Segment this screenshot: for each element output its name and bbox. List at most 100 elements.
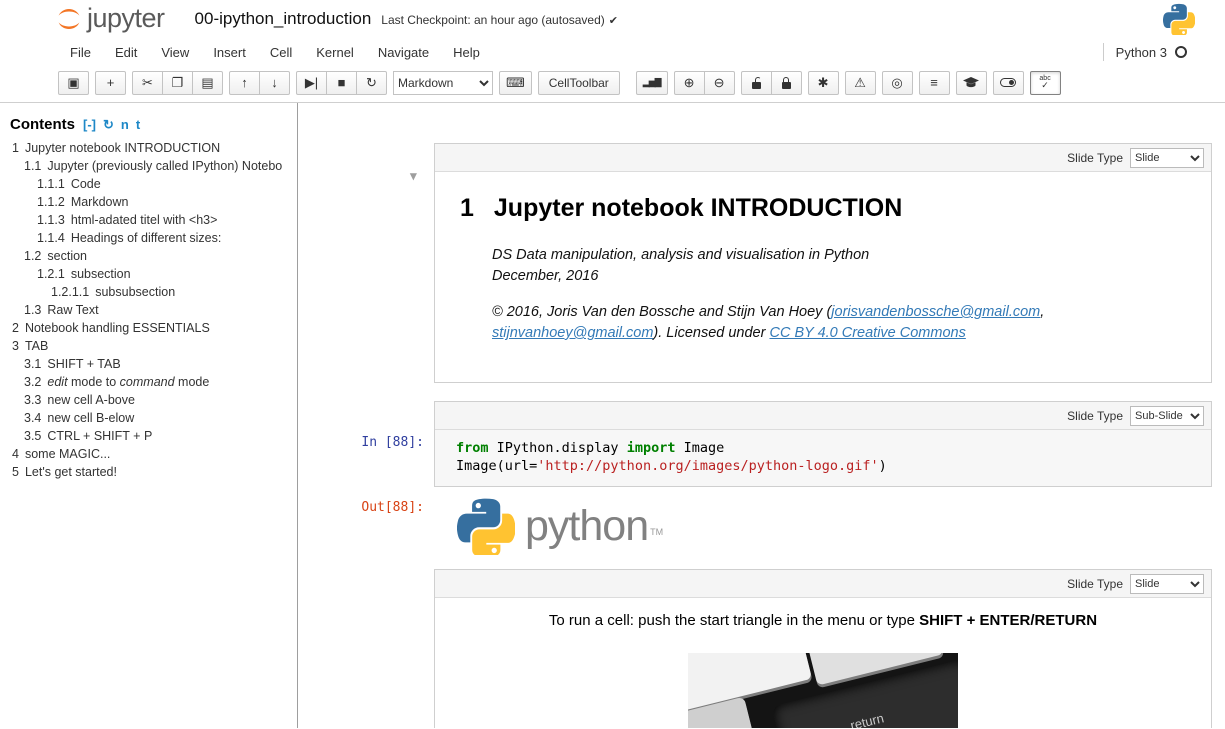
prompt-column: ▼: [298, 143, 434, 383]
zoom-out-button[interactable]: ⊖: [704, 71, 735, 95]
jupyter-logo-icon: [56, 6, 82, 32]
lock-group: [741, 71, 802, 95]
output-row: Out[88]: python TM: [298, 495, 1225, 555]
move-cell-up-button[interactable]: ↑: [229, 71, 260, 95]
lock-button[interactable]: [771, 71, 802, 95]
toc-collapse-all-control[interactable]: [-]: [83, 117, 96, 133]
email-link-stijn[interactable]: stijnvanhoey@gmail.com: [492, 325, 653, 341]
run-icon: ▶|: [305, 75, 318, 91]
toc-item[interactable]: 3TAB: [10, 337, 293, 355]
subtitle-quote: DS Data manipulation, analysis and visua…: [492, 245, 1191, 286]
toc-item[interactable]: 3.2edit mode to command mode: [10, 373, 293, 391]
toc-item[interactable]: 1.1.4Headings of different sizes:: [10, 229, 293, 247]
zoom-group: ⊕ ⊖: [674, 71, 735, 95]
arrow-down-icon: ↓: [271, 75, 278, 90]
toc-title-toggle[interactable]: t: [136, 117, 140, 133]
github-button[interactable]: ◎: [882, 71, 913, 95]
code-text: Image(url=: [456, 458, 537, 474]
toc-item[interactable]: 3.5CTRL + SHIFT + P: [10, 427, 293, 445]
toc-item[interactable]: 1Jupyter notebook INTRODUCTION: [10, 139, 293, 157]
bar-chart-icon: ▂▅▇: [643, 77, 661, 88]
chart-button[interactable]: ▂▅▇: [636, 71, 668, 95]
slide-type-label: Slide Type: [1067, 577, 1123, 591]
toc-item[interactable]: 1.2.1.1subsubsection: [10, 283, 293, 301]
python-logo: [1163, 3, 1195, 35]
toc-item[interactable]: 1.1.1Code: [10, 175, 293, 193]
copy-button[interactable]: ❐: [162, 71, 193, 95]
markdown-cell-run[interactable]: Slide Type Slide To run a cell: push the…: [434, 569, 1212, 728]
spellcheck-button[interactable]: abc ✓: [1030, 71, 1061, 95]
lock-icon: [782, 82, 791, 89]
menu-item-help[interactable]: Help: [441, 40, 492, 65]
menu-item-view[interactable]: View: [149, 40, 201, 65]
kernel-idle-icon: [1175, 46, 1187, 58]
slide-type-bar: Slide Type Slide: [435, 144, 1211, 172]
slide-type-select[interactable]: Sub-Slide: [1130, 406, 1204, 426]
toc-item[interactable]: 3.1SHIFT + TAB: [10, 355, 293, 373]
toc-button[interactable]: ≡: [919, 71, 950, 95]
cell-type-select[interactable]: Markdown: [393, 71, 493, 95]
code-editor[interactable]: from IPython.display import Image Image(…: [435, 430, 1211, 486]
keyword-import: import: [627, 440, 676, 456]
toc-item[interactable]: 1.2section: [10, 247, 293, 265]
toc-item[interactable]: 1.1.3html-adated titel with <h3>: [10, 211, 293, 229]
interrupt-kernel-button[interactable]: ■: [326, 71, 357, 95]
header: jupyter 00-ipython_introduction Last Che…: [0, 0, 1225, 37]
paste-icon: ▤: [201, 75, 213, 91]
toc-list: 1Jupyter notebook INTRODUCTION1.1Jupyter…: [10, 139, 293, 481]
hide-input-button[interactable]: [993, 71, 1024, 95]
save-button[interactable]: ▣: [58, 71, 89, 95]
paste-button[interactable]: ▤: [192, 71, 223, 95]
celltoolbar-button[interactable]: CellToolbar: [538, 71, 620, 95]
run-instruction-text: To run a cell: push the start triangle i…: [451, 612, 1195, 629]
slide-type-select[interactable]: Slide: [1130, 148, 1204, 168]
command-palette-button[interactable]: ⌨: [499, 71, 532, 95]
code-cell[interactable]: Slide Type Sub-Slide from IPython.displa…: [434, 401, 1212, 487]
markdown-body: To run a cell: push the start triangle i…: [435, 598, 1211, 728]
slide-type-select[interactable]: Slide: [1130, 574, 1204, 594]
toc-reload-icon[interactable]: ↻: [103, 117, 114, 133]
cut-button[interactable]: ✂: [132, 71, 163, 95]
toc-header: Contents [-] ↻ n t: [10, 116, 293, 133]
scissors-icon: ✂: [142, 75, 153, 91]
license-link[interactable]: CC BY 4.0 Creative Commons: [769, 325, 965, 341]
checkmark-icon: ✔: [609, 14, 618, 27]
toc-item[interactable]: 1.1Jupyter (previously called IPython) N…: [10, 157, 293, 175]
move-cell-down-button[interactable]: ↓: [259, 71, 290, 95]
unlock-icon: [752, 82, 761, 89]
menu-item-insert[interactable]: Insert: [201, 40, 258, 65]
accessibility-button[interactable]: ⚠: [845, 71, 876, 95]
menu-item-file[interactable]: File: [58, 40, 103, 65]
toc-item[interactable]: 5Let's get started!: [10, 463, 293, 481]
toc-item[interactable]: 1.1.2Markdown: [10, 193, 293, 211]
asterisk-button[interactable]: ✱: [808, 71, 839, 95]
toc-item[interactable]: 1.2.1subsection: [10, 265, 293, 283]
collapse-heading-icon[interactable]: ▼: [410, 143, 424, 185]
tutor-button[interactable]: [956, 71, 987, 95]
toc-item[interactable]: 3.3new cell A-bove: [10, 391, 293, 409]
zoom-in-button[interactable]: ⊕: [674, 71, 705, 95]
add-cell-button[interactable]: +: [95, 71, 126, 95]
email-link-joris[interactable]: jorisvandenbossche@gmail.com: [831, 304, 1040, 320]
menu-item-cell[interactable]: Cell: [258, 40, 304, 65]
menu-item-edit[interactable]: Edit: [103, 40, 149, 65]
toc-item[interactable]: 3.4new cell B-elow: [10, 409, 293, 427]
unlock-button[interactable]: [741, 71, 772, 95]
keyboard-icon: ⌨: [506, 75, 525, 91]
github-icon: ◎: [891, 75, 902, 91]
menu-item-navigate[interactable]: Navigate: [366, 40, 441, 65]
input-prompt: In [88]:: [298, 401, 434, 487]
jupyter-logo[interactable]: jupyter: [56, 3, 165, 34]
run-group: ▶| ■ ↻: [296, 71, 387, 95]
toc-numbering-toggle[interactable]: n: [121, 117, 129, 133]
heading-text: Jupyter notebook INTRODUCTION: [494, 194, 902, 222]
toc-item[interactable]: 4some MAGIC...: [10, 445, 293, 463]
menubar: File Edit View Insert Cell Kernel Naviga…: [0, 37, 1225, 67]
notebook-title[interactable]: 00-ipython_introduction: [195, 9, 372, 29]
menu-item-kernel[interactable]: Kernel: [304, 40, 366, 65]
toc-item[interactable]: 1.3Raw Text: [10, 301, 293, 319]
run-cell-button[interactable]: ▶|: [296, 71, 327, 95]
restart-kernel-button[interactable]: ↻: [356, 71, 387, 95]
markdown-cell-intro[interactable]: Slide Type Slide 1Jupyter notebook INTRO…: [434, 143, 1212, 383]
toc-item[interactable]: 2Notebook handling ESSENTIALS: [10, 319, 293, 337]
